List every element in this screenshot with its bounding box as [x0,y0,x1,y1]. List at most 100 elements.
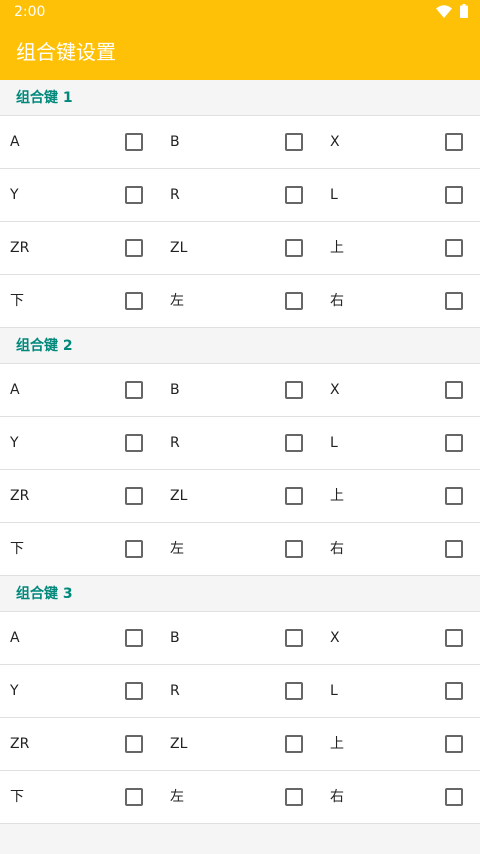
key-cell: Y [0,417,160,470]
key-cell: B [160,364,320,417]
key-checkbox[interactable] [125,629,143,647]
key-cell: 下 [0,771,160,824]
key-label: 右 [330,293,344,309]
key-checkbox[interactable] [125,540,143,558]
key-checkbox[interactable] [125,381,143,399]
table-row: A B X [0,364,480,417]
key-label: X [330,630,340,646]
key-cell: 右 [320,771,480,824]
key-checkbox[interactable] [125,186,143,204]
key-combo-list: 组合键 1 A B X Y R L ZR ZL 上 下 左 右 组合键 2 A … [0,80,480,842]
key-checkbox[interactable] [445,186,463,204]
key-cell: 左 [160,275,320,328]
key-checkbox[interactable] [445,434,463,452]
key-label: 上 [330,736,344,752]
key-label: ZR [10,736,30,752]
key-checkbox[interactable] [285,788,303,806]
key-label: Y [10,683,19,699]
table-row: Y R L [0,665,480,718]
key-label: B [170,134,180,150]
key-checkbox[interactable] [125,239,143,257]
table-row: 下 左 右 [0,771,480,824]
key-checkbox[interactable] [285,239,303,257]
key-checkbox[interactable] [285,186,303,204]
key-label: A [10,630,20,646]
key-cell: ZR [0,718,160,771]
key-checkbox[interactable] [445,735,463,753]
table-row: ZR ZL 上 [0,470,480,523]
key-label: 左 [170,293,184,309]
key-cell: A [0,612,160,665]
key-cell: ZL [160,718,320,771]
key-cell: 右 [320,275,480,328]
key-checkbox[interactable] [285,133,303,151]
key-checkbox[interactable] [125,434,143,452]
table-row: A B X [0,612,480,665]
key-cell: 上 [320,222,480,275]
key-cell: 左 [160,771,320,824]
key-label: B [170,382,180,398]
group-title: 组合键 1 [16,90,73,106]
key-checkbox[interactable] [445,292,463,310]
key-label: R [170,435,180,451]
table-row: Y R L [0,417,480,470]
key-label: L [330,683,338,699]
key-label: ZR [10,488,30,504]
battery-icon [460,3,468,22]
key-label: 下 [10,293,24,309]
key-label: A [10,134,20,150]
key-cell: 上 [320,718,480,771]
key-checkbox[interactable] [445,682,463,700]
key-cell: R [160,169,320,222]
key-cell: 下 [0,523,160,576]
key-label: R [170,683,180,699]
key-checkbox[interactable] [125,292,143,310]
key-checkbox[interactable] [445,381,463,399]
key-checkbox[interactable] [445,540,463,558]
key-checkbox[interactable] [285,682,303,700]
key-checkbox[interactable] [285,381,303,399]
app-bar: 组合键设置 [0,24,480,80]
key-checkbox[interactable] [445,239,463,257]
key-checkbox[interactable] [285,629,303,647]
key-checkbox[interactable] [285,434,303,452]
key-checkbox[interactable] [125,133,143,151]
key-checkbox[interactable] [285,540,303,558]
key-checkbox[interactable] [445,788,463,806]
key-label: Y [10,435,19,451]
key-cell: ZR [0,222,160,275]
group-title: 组合键 3 [16,586,73,602]
key-label: Y [10,187,19,203]
key-checkbox[interactable] [125,487,143,505]
status-bar: 2:00 [0,0,480,24]
key-label: R [170,187,180,203]
status-time: 2:00 [14,4,46,20]
key-cell: A [0,116,160,169]
key-checkbox[interactable] [125,682,143,700]
key-checkbox[interactable] [125,788,143,806]
table-row: A B X [0,116,480,169]
key-label: 右 [330,789,344,805]
group-header-2: 组合键 2 [0,328,480,364]
key-label: 右 [330,541,344,557]
key-cell: L [320,169,480,222]
key-label: 下 [10,789,24,805]
key-checkbox[interactable] [125,735,143,753]
key-label: 上 [330,240,344,256]
key-label: L [330,187,338,203]
key-cell: R [160,417,320,470]
key-cell: R [160,665,320,718]
key-cell: X [320,612,480,665]
key-cell: Y [0,665,160,718]
key-checkbox[interactable] [285,735,303,753]
group-header-1: 组合键 1 [0,80,480,116]
key-checkbox[interactable] [445,487,463,505]
key-cell: L [320,665,480,718]
key-cell: Y [0,169,160,222]
key-label: X [330,134,340,150]
key-checkbox[interactable] [445,629,463,647]
key-checkbox[interactable] [285,292,303,310]
key-checkbox[interactable] [445,133,463,151]
key-checkbox[interactable] [285,487,303,505]
key-label: A [10,382,20,398]
